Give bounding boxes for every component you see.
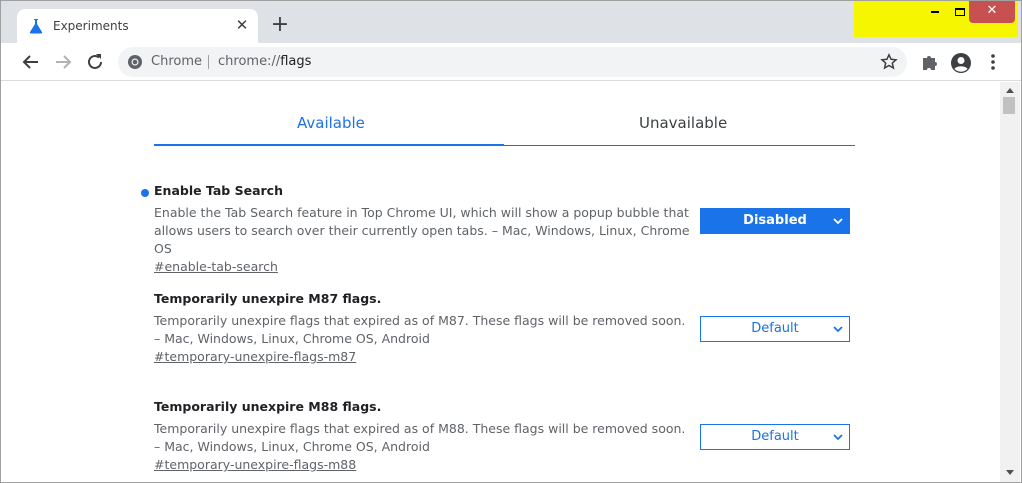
flag-state-select[interactable]: Default (700, 424, 850, 450)
tab-unavailable[interactable]: Unavailable (639, 114, 727, 132)
back-arrow-icon (22, 55, 38, 69)
flag-state-select[interactable]: Default (700, 316, 850, 342)
new-tab-button[interactable]: + (269, 14, 291, 37)
scrollbar-thumb[interactable] (1003, 97, 1015, 114)
flag-item: Temporarily unexpire M87 flags. Temporar… (154, 291, 854, 366)
tab-title: Experiments (53, 19, 129, 33)
chevron-down-icon (833, 218, 843, 225)
minimize-icon (931, 10, 939, 13)
url-scheme: chrome:// (218, 54, 281, 69)
forward-arrow-icon (56, 55, 72, 69)
close-window-button[interactable]: ✕ (969, 1, 1015, 23)
select-value: Default (751, 429, 799, 444)
scroll-up-arrow-icon[interactable] (1005, 86, 1015, 94)
flag-link[interactable]: #temporary-unexpire-flags-m88 (154, 456, 854, 474)
tab-available[interactable]: Available (297, 114, 365, 132)
url-path: flags (280, 54, 312, 69)
flag-name: Enable Tab Search (154, 183, 283, 198)
flag-item: Temporarily unexpire M88 flags. Temporar… (154, 399, 854, 474)
chevron-down-icon (833, 434, 843, 441)
flag-item: Enable Tab Search Enable the Tab Search … (141, 183, 854, 276)
forward-button[interactable] (52, 51, 74, 73)
flags-page: Available Unavailable Enable Tab Search … (1, 82, 1000, 482)
maximize-icon (955, 7, 965, 16)
select-value: Disabled (743, 213, 807, 228)
toolbar: Chrome chrome://flags (1, 43, 1021, 81)
profile-avatar-icon[interactable] (950, 52, 971, 73)
bookmark-star-icon[interactable] (880, 53, 898, 71)
site-label: Chrome (151, 54, 202, 69)
flag-description: Temporarily unexpire flags that expired … (154, 421, 686, 454)
active-tab-underline (154, 144, 504, 146)
flag-link[interactable]: #temporary-unexpire-flags-m87 (154, 348, 854, 366)
extensions-puzzle-icon[interactable] (919, 52, 939, 72)
tab-divider (504, 145, 855, 146)
vertical-scrollbar[interactable] (1000, 82, 1020, 482)
browser-window: Experiments ✕ + ✕ Chrome chrome://flags … (0, 0, 1022, 483)
address-separator (208, 55, 209, 69)
close-tab-icon[interactable]: ✕ (234, 18, 250, 34)
select-value: Default (751, 321, 799, 336)
back-button[interactable] (20, 51, 42, 73)
address-bar[interactable]: Chrome chrome://flags (118, 47, 907, 77)
flag-link[interactable]: #enable-tab-search (154, 258, 854, 276)
tab-experiments[interactable]: Experiments ✕ (17, 9, 258, 43)
flag-name: Temporarily unexpire M88 flags. (154, 399, 382, 414)
url-text[interactable]: chrome://flags (218, 54, 311, 69)
chrome-logo-icon (127, 54, 143, 70)
flag-description: Enable the Tab Search feature in Top Chr… (154, 205, 690, 256)
scroll-down-arrow-icon[interactable] (1005, 469, 1015, 477)
reload-button[interactable] (84, 51, 106, 73)
flag-name: Temporarily unexpire M87 flags. (154, 291, 382, 306)
flask-icon (29, 18, 43, 34)
minimize-button[interactable] (921, 1, 949, 23)
reload-icon (88, 54, 102, 69)
flag-state-select[interactable]: Disabled (700, 208, 850, 234)
flags-tabs: Available Unavailable (154, 82, 855, 148)
chevron-down-icon (833, 326, 843, 333)
menu-kebab-icon[interactable] (986, 52, 1006, 72)
tab-strip: Experiments ✕ + ✕ (1, 1, 1021, 43)
modified-indicator-dot (141, 189, 149, 197)
flag-description: Temporarily unexpire flags that expired … (154, 313, 686, 346)
